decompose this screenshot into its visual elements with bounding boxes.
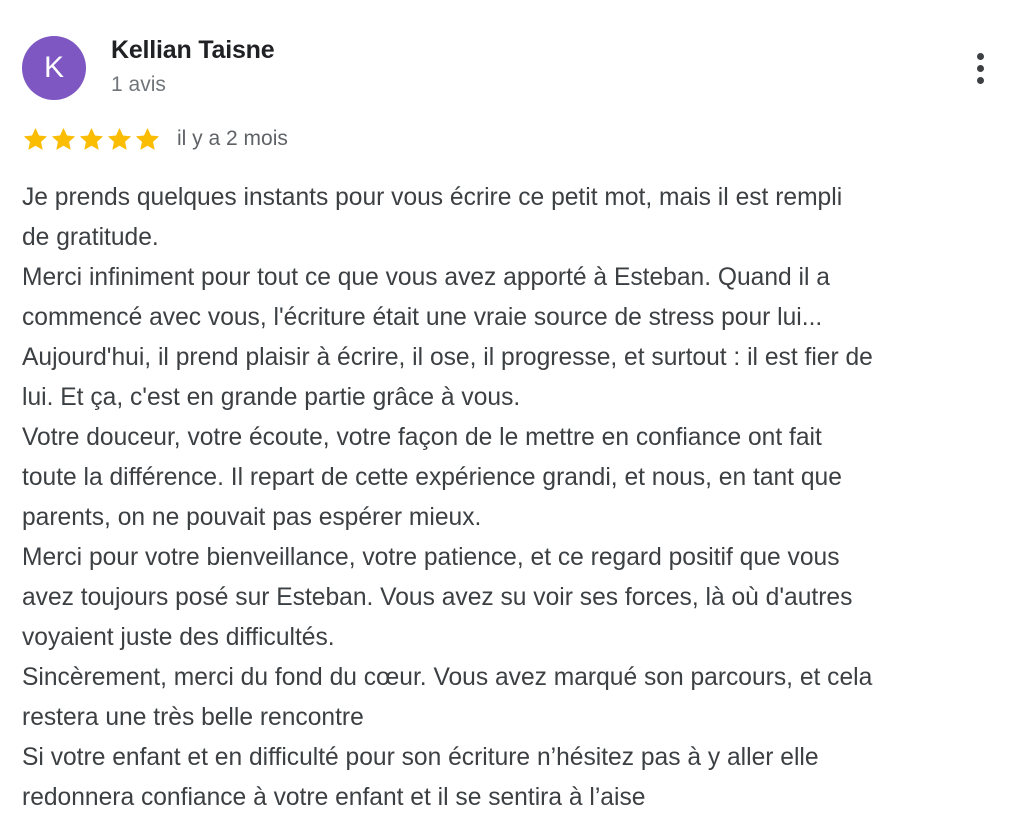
review-card: K Kellian Taisne 1 avis il y a 2 mois Je… — [0, 0, 1022, 840]
avatar[interactable]: K — [22, 36, 86, 100]
review-text-line: Sincèrement, merci du fond du cœur. Vous… — [22, 664, 873, 691]
review-text-line: Votre douceur, votre écoute, votre façon… — [22, 424, 822, 451]
star-icon — [23, 127, 48, 150]
avatar-initial: K — [43, 51, 64, 84]
author-name[interactable]: Kellian Taisne — [111, 36, 275, 65]
review-text-line: restera une très belle rencontre — [22, 704, 364, 731]
star-icon — [135, 127, 160, 150]
review-time: il y a 2 mois — [177, 127, 288, 150]
star-rating — [22, 126, 161, 153]
more-options-button[interactable] — [962, 48, 998, 88]
review-text-line: lui. Et ça, c'est en grande partie grâce… — [22, 384, 521, 411]
rating-row: il y a 2 mois — [22, 124, 288, 154]
star-icon — [107, 127, 132, 150]
more-vert-icon — [976, 52, 984, 60]
review-text-line: redonnera confiance à votre enfant et il… — [22, 784, 646, 811]
review-text-line: Si votre enfant et en difficulté pour so… — [22, 744, 819, 771]
review-text: Je prends quelques instants pour vous éc… — [22, 178, 1012, 818]
review-text-line: de gratitude. — [22, 224, 159, 251]
author-review-count: 1 avis — [111, 73, 166, 96]
review-text-line: avez toujours posé sur Esteban. Vous ave… — [22, 584, 853, 611]
review-text-line: Je prends quelques instants pour vous éc… — [22, 184, 843, 211]
star-icon — [79, 127, 104, 150]
review-text-line: parents, on ne pouvait pas espérer mieux… — [22, 504, 482, 531]
review-text-line: Merci infiniment pour tout ce que vous a… — [22, 264, 830, 291]
more-vert-icon-dot — [976, 76, 984, 84]
more-vert-icon-dot — [976, 64, 984, 72]
review-text-line: toute la différence. Il repart de cette … — [22, 464, 842, 491]
review-text-line: commencé avec vous, l'écriture était une… — [22, 304, 823, 331]
review-text-line: Merci pour votre bienveillance, votre pa… — [22, 544, 840, 571]
review-text-line: voyaient juste des difficultés. — [22, 624, 335, 651]
review-text-line: Aujourd'hui, il prend plaisir à écrire, … — [22, 344, 873, 371]
star-icon — [51, 127, 76, 150]
